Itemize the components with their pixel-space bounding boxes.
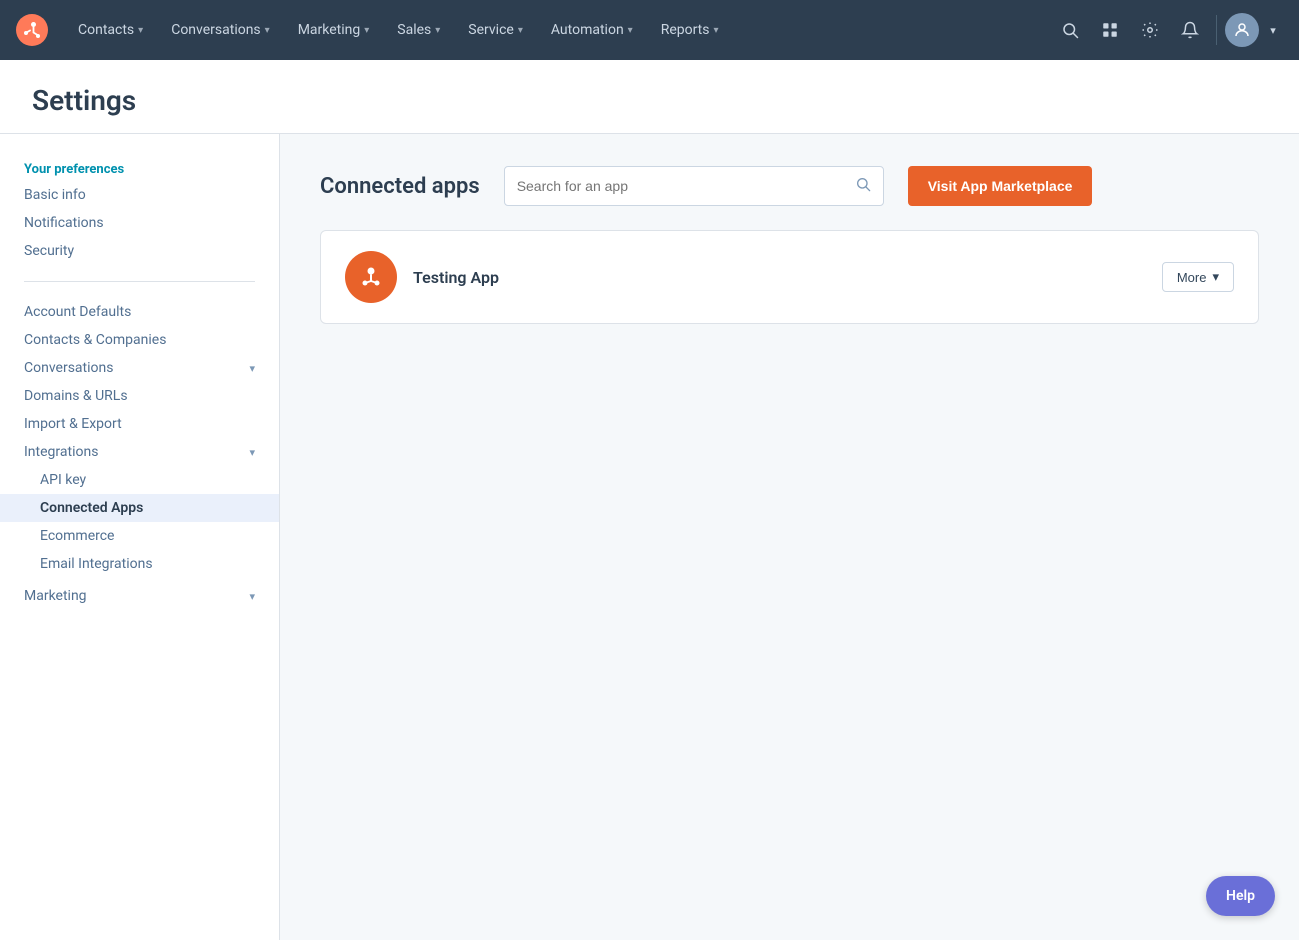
conversations-chevron-icon: ▾	[265, 25, 270, 36]
content-title: Connected apps	[320, 174, 480, 199]
main-content: Connected apps Visit App Marketplace	[280, 134, 1299, 940]
settings-button[interactable]	[1132, 12, 1168, 48]
sidebar-item-marketing[interactable]: Marketing ▾	[0, 582, 279, 610]
sales-chevron-icon: ▾	[435, 25, 440, 36]
automation-chevron-icon: ▾	[628, 25, 633, 36]
visit-marketplace-button[interactable]: Visit App Marketplace	[908, 166, 1093, 206]
topnav-right-icons: ▾	[1052, 12, 1283, 48]
more-button[interactable]: More ▾	[1162, 262, 1234, 292]
marketplace-button[interactable]	[1092, 12, 1128, 48]
search-input[interactable]	[517, 178, 855, 194]
help-button[interactable]: Help	[1206, 876, 1275, 916]
app-card: Testing App More ▾	[320, 230, 1259, 324]
marketing-chevron-icon: ▾	[364, 25, 369, 36]
sidebar-item-basic-info[interactable]: Basic info	[0, 181, 279, 209]
search-button[interactable]	[1052, 12, 1088, 48]
content-header: Connected apps Visit App Marketplace	[320, 166, 1259, 206]
nav-divider	[1216, 15, 1217, 45]
user-avatar[interactable]	[1225, 13, 1259, 47]
sidebar-sub-email-integrations[interactable]: Email Integrations	[0, 550, 279, 578]
app-name: Testing App	[413, 268, 1146, 287]
nav-service[interactable]: Service ▾	[454, 0, 537, 60]
sidebar-item-contacts-companies[interactable]: Contacts & Companies	[0, 326, 279, 354]
integrations-chevron-icon: ▾	[249, 446, 255, 459]
nav-marketing[interactable]: Marketing ▾	[284, 0, 384, 60]
sidebar-item-notifications[interactable]: Notifications	[0, 209, 279, 237]
sidebar-item-integrations[interactable]: Integrations ▾	[0, 438, 279, 466]
sidebar-item-domains-urls[interactable]: Domains & URLs	[0, 382, 279, 410]
notifications-button[interactable]	[1172, 12, 1208, 48]
hubspot-logo[interactable]	[16, 14, 48, 46]
top-navigation: Contacts ▾ Conversations ▾ Marketing ▾ S…	[0, 0, 1299, 60]
app-icon	[345, 251, 397, 303]
sidebar-item-account-defaults[interactable]: Account Defaults	[0, 298, 279, 326]
more-chevron-icon: ▾	[1212, 269, 1219, 285]
sidebar-sub-api-key[interactable]: API key	[0, 466, 279, 494]
nav-sales[interactable]: Sales ▾	[383, 0, 454, 60]
user-menu-chevron-icon[interactable]: ▾	[1263, 12, 1283, 48]
sidebar-divider	[24, 281, 255, 282]
sidebar-sub-connected-apps[interactable]: Connected Apps	[0, 494, 279, 522]
sidebar-sub-ecommerce[interactable]: Ecommerce	[0, 522, 279, 550]
settings-sidebar: Your preferences Basic info Notification…	[0, 134, 280, 940]
search-box	[504, 166, 884, 206]
reports-chevron-icon: ▾	[714, 25, 719, 36]
page-wrapper: Settings Your preferences Basic info Not…	[0, 60, 1299, 940]
sidebar-item-conversations[interactable]: Conversations ▾	[0, 354, 279, 382]
nav-conversations[interactable]: Conversations ▾	[157, 0, 284, 60]
contacts-chevron-icon: ▾	[138, 25, 143, 36]
marketing-sidebar-chevron-icon: ▾	[249, 590, 255, 603]
sidebar-item-import-export[interactable]: Import & Export	[0, 410, 279, 438]
sidebar-your-preferences[interactable]: Your preferences	[0, 158, 279, 181]
sidebar-item-security[interactable]: Security	[0, 237, 279, 265]
nav-menu: Contacts ▾ Conversations ▾ Marketing ▾ S…	[64, 0, 1052, 60]
nav-reports[interactable]: Reports ▾	[647, 0, 733, 60]
page-title: Settings	[32, 84, 1267, 117]
nav-contacts[interactable]: Contacts ▾	[64, 0, 157, 60]
conversations-sidebar-chevron-icon: ▾	[249, 362, 255, 375]
settings-header: Settings	[0, 60, 1299, 134]
settings-body: Your preferences Basic info Notification…	[0, 134, 1299, 940]
service-chevron-icon: ▾	[518, 25, 523, 36]
search-icon	[855, 176, 871, 196]
nav-automation[interactable]: Automation ▾	[537, 0, 647, 60]
